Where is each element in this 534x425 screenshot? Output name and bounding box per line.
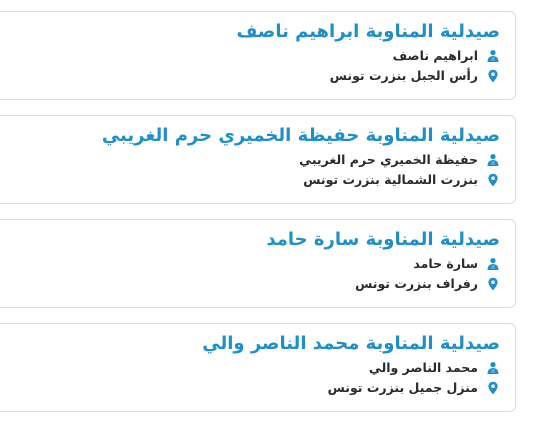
pharmacy-address-row: بنزرت الشمالية بنزرت تونس [303, 172, 500, 187]
pharmacy-title[interactable]: صيدلية المناوبة حفيظة الخميري حرم الغريب… [102, 125, 500, 146]
pharmacy-card[interactable]: صيدلية المناوبة سارة حامد سارة حامد رفرا… [0, 219, 516, 308]
pharmacy-owner: سارة حامد [413, 256, 478, 271]
pharmacy-card[interactable]: صيدلية المناوبة حفيظة الخميري حرم الغريب… [0, 115, 516, 204]
pharmacy-address: بنزرت الشمالية بنزرت تونس [303, 172, 478, 187]
pharmacy-address-row: منزل جميل بنزرت تونس [328, 380, 500, 395]
map-pin-icon [486, 381, 500, 395]
pharmacy-title[interactable]: صيدلية المناوبة ابراهيم ناصف [236, 21, 500, 42]
pharmacy-owner: حفيظة الخميري حرم الغريبي [299, 152, 478, 167]
map-pin-icon [486, 173, 500, 187]
pharmacy-owner-row: ابراهيم ناصف [393, 48, 500, 63]
pharmacist-icon [486, 49, 500, 63]
pharmacy-title[interactable]: صيدلية المناوبة سارة حامد [266, 229, 500, 250]
pharmacy-address-row: رأس الجبل بنزرت تونس [330, 68, 500, 83]
pharmacy-owner-row: حفيظة الخميري حرم الغريبي [299, 152, 500, 167]
pharmacy-list: صيدلية المناوبة ابراهيم ناصف ابراهيم ناص… [0, 0, 534, 425]
map-pin-icon [486, 69, 500, 83]
pharmacist-icon [486, 257, 500, 271]
pharmacy-card[interactable]: صيدلية المناوبة محمد الناصر والي محمد ال… [0, 323, 516, 412]
pharmacy-card[interactable]: صيدلية المناوبة ابراهيم ناصف ابراهيم ناص… [0, 11, 516, 100]
pharmacy-owner: ابراهيم ناصف [392, 48, 478, 63]
pharmacy-title[interactable]: صيدلية المناوبة محمد الناصر والي [202, 333, 500, 354]
pharmacy-address: رأس الجبل بنزرت تونس [329, 68, 478, 83]
pharmacy-address: منزل جميل بنزرت تونس [327, 380, 478, 395]
pharmacist-icon [486, 153, 500, 167]
pharmacy-address-row: رفراف بنزرت تونس [355, 276, 500, 291]
pharmacy-owner-row: سارة حامد [413, 256, 500, 271]
map-pin-icon [486, 277, 500, 291]
pharmacy-owner: محمد الناصر والي [368, 360, 478, 375]
pharmacy-owner-row: محمد الناصر والي [369, 360, 500, 375]
pharmacy-address: رفراف بنزرت تونس [355, 276, 478, 291]
pharmacist-icon [486, 361, 500, 375]
